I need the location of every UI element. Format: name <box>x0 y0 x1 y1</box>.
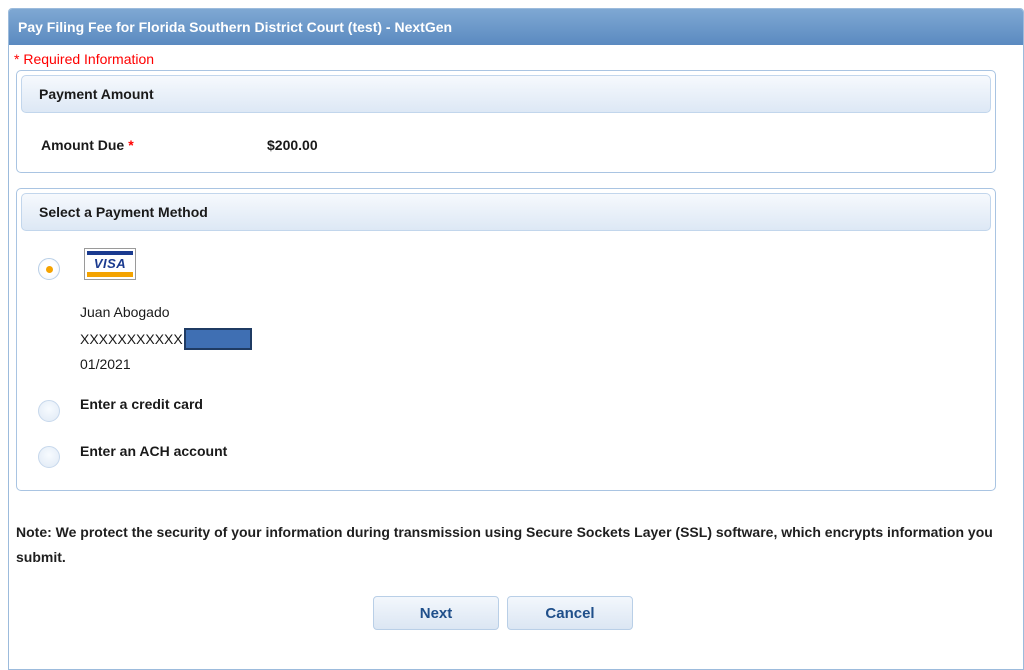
cardholder-name: Juan Abogado <box>80 304 170 320</box>
ach-account-option-label[interactable]: Enter an ACH account <box>80 443 227 459</box>
amount-due-label: Amount Due * <box>41 137 134 153</box>
visa-card-icon: VISA <box>84 248 136 280</box>
credit-card-option-label[interactable]: Enter a credit card <box>80 396 203 412</box>
visa-logo-text: VISA <box>93 256 127 271</box>
saved-card-radio[interactable] <box>38 258 60 280</box>
required-information-note: * Required Information <box>14 51 155 67</box>
redaction-block <box>183 328 252 350</box>
credit-card-radio[interactable] <box>38 400 60 422</box>
window-title: Pay Filing Fee for Florida Southern Dist… <box>9 9 1023 45</box>
card-expiry: 01/2021 <box>80 356 131 372</box>
next-button[interactable]: Next <box>373 596 499 630</box>
payment-method-header: Select a Payment Method <box>21 193 991 231</box>
card-number-masked: XXXXXXXXXXX <box>80 331 183 347</box>
required-marker: * <box>128 137 134 153</box>
payment-amount-panel: Payment Amount Amount Due * $200.00 <box>16 70 996 173</box>
cancel-button[interactable]: Cancel <box>507 596 633 630</box>
payment-method-panel: Select a Payment Method VISA Juan Abogad… <box>16 188 996 491</box>
ssl-security-note: Note: We protect the security of your in… <box>16 524 993 565</box>
ach-account-radio[interactable] <box>38 446 60 468</box>
payment-amount-header: Payment Amount <box>21 75 991 113</box>
amount-due-label-text: Amount Due <box>41 137 125 153</box>
amount-due-value: $200.00 <box>267 137 318 153</box>
card-number: XXXXXXXXXXX <box>80 328 252 350</box>
